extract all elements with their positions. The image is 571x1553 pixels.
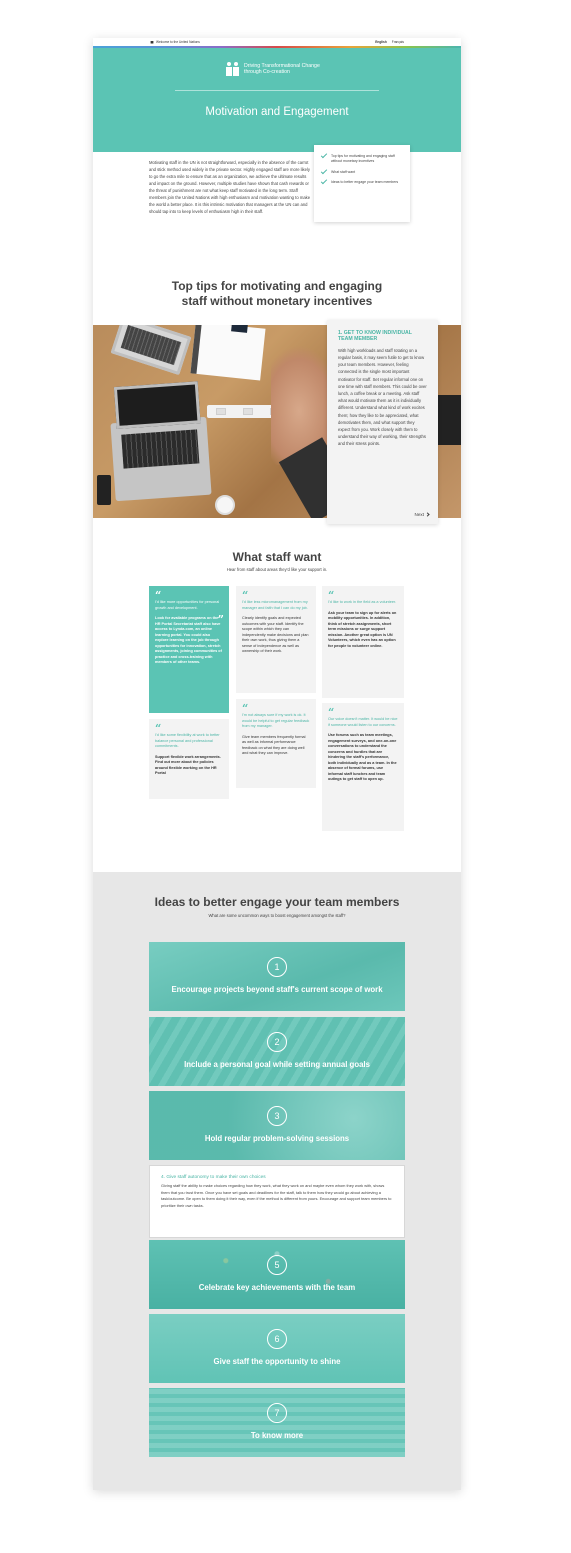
hero-banner: Driving Transformational Change through … bbox=[93, 48, 461, 152]
idea-label: Give staff the opportunity to shine bbox=[213, 1357, 341, 1366]
idea-label: Hold regular problem-solving sessions bbox=[204, 1134, 350, 1143]
quote-icon: “ bbox=[242, 589, 249, 602]
quote-answer: Clearly identify goals and expected outc… bbox=[242, 616, 309, 653]
idea-label: Celebrate key achievements with the team bbox=[198, 1283, 356, 1292]
idea-number: 1 bbox=[267, 957, 287, 977]
quote-close-icon: ” bbox=[217, 613, 224, 626]
home-icon bbox=[150, 40, 154, 44]
idea-label: To know more bbox=[250, 1431, 304, 1440]
quote-text: I'd like some flexibility at work to bet… bbox=[155, 733, 220, 748]
idea-number: 7 bbox=[267, 1403, 287, 1423]
tip-card-text: With high workloads and staff rotating o… bbox=[338, 347, 427, 447]
staff-section-title: What staff want bbox=[232, 550, 322, 564]
ideas-section-title: Ideas to better engage your team members bbox=[154, 895, 400, 909]
page-title: Motivation and Engagement bbox=[205, 106, 349, 118]
contents-card: Top tips for motivating and engaging sta… bbox=[314, 145, 410, 222]
quote-icon: “ bbox=[328, 589, 335, 602]
idea-open-text: Giving staff the ability to make choices… bbox=[161, 1183, 392, 1208]
check-icon bbox=[320, 167, 328, 174]
quote-card[interactable]: “ I'm not always sure if my work is ok. … bbox=[236, 699, 316, 788]
logo-text: Driving Transformational Change through … bbox=[244, 62, 320, 76]
check-icon bbox=[320, 178, 328, 185]
quote-card[interactable]: “ Our voice doesn't matter. It would be … bbox=[322, 703, 404, 831]
idea-number: 2 bbox=[267, 1032, 287, 1052]
check-icon bbox=[320, 151, 328, 159]
idea-card-5[interactable]: 5 Celebrate key achievements with the te… bbox=[149, 1240, 405, 1309]
quote-answer: Look for available programs on the HR Po… bbox=[155, 616, 222, 664]
quote-icon: “ bbox=[155, 722, 162, 735]
people-icon bbox=[226, 62, 240, 76]
quote-text: I'm not always sure if my work is ok. It… bbox=[242, 713, 310, 728]
quote-icon: “ bbox=[242, 702, 249, 715]
idea-card-7[interactable]: 7 To know more bbox=[149, 1388, 405, 1457]
idea-card-6[interactable]: 6 Give staff the opportunity to shine bbox=[149, 1314, 405, 1383]
quote-answer: Use forums such as team meetings, engage… bbox=[328, 733, 397, 781]
contents-item-label: What staff want bbox=[331, 169, 356, 174]
top-bar: Welcome to the United Nations English Fr… bbox=[93, 38, 461, 46]
contents-item[interactable]: Ideas to better engage your team members bbox=[320, 178, 403, 185]
idea-open-title: 4. Give staff autonomy to make their own… bbox=[161, 1175, 266, 1180]
quote-answer: Ask your team to sign up for alerts on m… bbox=[328, 610, 397, 648]
idea-card-4-expanded[interactable]: 4. Give staff autonomy to make their own… bbox=[149, 1165, 405, 1238]
hero-divider bbox=[175, 90, 379, 91]
idea-number: 6 bbox=[267, 1329, 287, 1349]
tip-card: 1. GET TO KNOW INDIVIDUAL TEAM MEMBER Wi… bbox=[327, 320, 438, 524]
tip-card-title: 1. GET TO KNOW INDIVIDUAL TEAM MEMBER bbox=[338, 330, 412, 343]
idea-label: Encourage projects beyond staff's curren… bbox=[171, 985, 383, 994]
contents-item-label: Top tips for motivating and engaging sta… bbox=[331, 154, 395, 163]
next-button[interactable]: Next bbox=[414, 512, 430, 517]
quote-card[interactable]: “ I'd like more opportunities for person… bbox=[149, 586, 229, 713]
intro-paragraph: Motivating staff in the UN is not straig… bbox=[149, 160, 311, 214]
tips-section-title: Top tips for motivating and engaging sta… bbox=[171, 279, 383, 308]
quote-card[interactable]: “ I'd like less micromanagement from my … bbox=[236, 586, 316, 693]
site-logo[interactable]: Driving Transformational Change through … bbox=[226, 62, 324, 76]
quote-text: Our voice doesn't matter. It would be ni… bbox=[328, 717, 398, 727]
page-container: Welcome to the United Nations English Fr… bbox=[93, 38, 461, 1490]
home-link[interactable]: Welcome to the United Nations bbox=[150, 40, 200, 44]
quote-text: I'd like to work in the field as a volun… bbox=[328, 600, 397, 604]
contents-item-label: Ideas to better engage your team members bbox=[331, 180, 399, 185]
idea-label: Include a personal goal while setting an… bbox=[184, 1060, 370, 1069]
quote-card[interactable]: “ I'd like some flexibility at work to b… bbox=[149, 719, 229, 799]
chevron-right-icon bbox=[425, 512, 430, 517]
quote-card[interactable]: “ I'd like to work in the field as a vol… bbox=[322, 586, 404, 698]
idea-card-2[interactable]: 2 Include a personal goal while setting … bbox=[149, 1017, 405, 1086]
quote-text: I'd like less micromanagement from my ma… bbox=[242, 600, 308, 610]
quote-icon: “ bbox=[155, 589, 162, 602]
quote-answer: Support flexible work arrangements. Find… bbox=[155, 754, 221, 776]
staff-section-subtitle: Hear from staff about areas they'd like … bbox=[226, 567, 328, 572]
idea-number: 5 bbox=[267, 1255, 287, 1275]
quote-answer: Give team members frequently formal as w… bbox=[242, 734, 306, 756]
contents-item[interactable]: Top tips for motivating and engaging sta… bbox=[320, 151, 403, 164]
quote-text: I'd like more opportunities for personal… bbox=[155, 600, 220, 610]
next-label: Next bbox=[414, 512, 424, 517]
contents-item[interactable]: What staff want bbox=[320, 167, 403, 175]
language-switcher: English Français bbox=[375, 40, 404, 44]
language-english[interactable]: English bbox=[375, 40, 387, 44]
quote-icon: “ bbox=[328, 706, 335, 719]
idea-card-3[interactable]: 3 Hold regular problem-solving sessions bbox=[149, 1091, 405, 1160]
idea-card-1[interactable]: 1 Encourage projects beyond staff's curr… bbox=[149, 942, 405, 1011]
home-label: Welcome to the United Nations bbox=[156, 40, 200, 44]
ideas-section-subtitle: What are some uncommon ways to boost eng… bbox=[208, 913, 346, 918]
idea-number: 3 bbox=[267, 1106, 287, 1126]
language-french[interactable]: Français bbox=[392, 40, 404, 44]
